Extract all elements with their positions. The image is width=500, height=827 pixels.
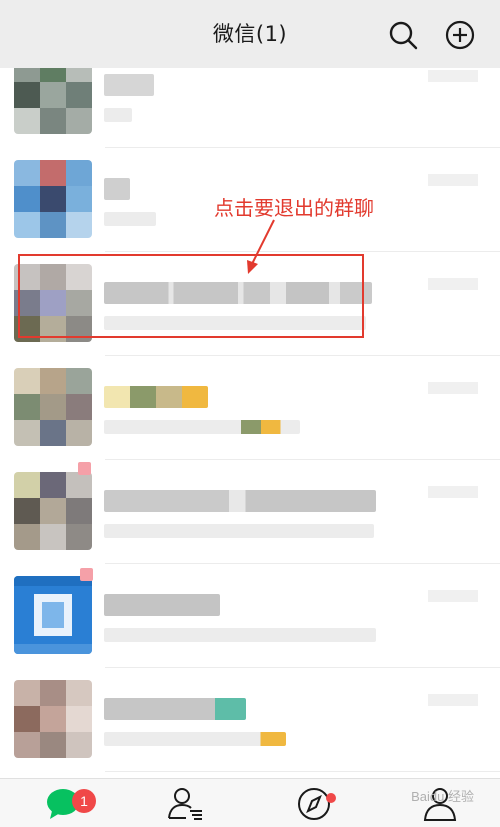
chat-time xyxy=(428,694,478,706)
chat-time xyxy=(428,174,478,186)
chat-time xyxy=(428,278,478,290)
avatar xyxy=(14,368,92,446)
chat-time xyxy=(428,70,478,82)
chat-time xyxy=(428,590,478,602)
contacts-icon[interactable] xyxy=(166,785,206,821)
avatar xyxy=(14,576,92,654)
discover-notification-dot xyxy=(326,793,336,803)
chat-preview xyxy=(104,108,132,122)
avatar xyxy=(14,68,92,134)
chat-item[interactable] xyxy=(0,460,500,564)
chat-item[interactable] xyxy=(0,668,500,772)
unread-badge: 1 xyxy=(72,789,96,813)
chat-preview xyxy=(104,732,286,746)
annotation-highlight-box xyxy=(18,254,364,338)
add-icon[interactable] xyxy=(445,20,475,50)
chat-preview xyxy=(104,628,376,642)
chat-time xyxy=(428,382,478,394)
chat-item[interactable] xyxy=(0,68,500,148)
chat-name xyxy=(104,594,220,616)
chat-preview xyxy=(104,420,300,434)
chat-name xyxy=(104,698,246,720)
avatar xyxy=(14,680,92,758)
chat-item[interactable] xyxy=(0,356,500,460)
unread-dot xyxy=(78,462,91,475)
chat-list xyxy=(0,68,500,778)
chat-time xyxy=(428,486,478,498)
unread-dot xyxy=(80,568,93,581)
divider xyxy=(105,771,500,772)
watermark: Baidu 经验 xyxy=(411,789,474,804)
chat-item[interactable] xyxy=(0,564,500,668)
avatar xyxy=(14,472,92,550)
chat-preview xyxy=(104,212,156,226)
chat-name xyxy=(104,178,130,200)
search-icon[interactable] xyxy=(388,20,418,50)
avatar xyxy=(14,160,92,238)
chat-name xyxy=(104,386,208,408)
chat-preview xyxy=(104,524,374,538)
discover-icon[interactable] xyxy=(294,785,334,821)
chat-name xyxy=(104,74,154,96)
chat-name xyxy=(104,490,376,512)
top-bar: 微信(1) xyxy=(0,0,500,68)
page-title: 微信(1) xyxy=(212,22,288,46)
